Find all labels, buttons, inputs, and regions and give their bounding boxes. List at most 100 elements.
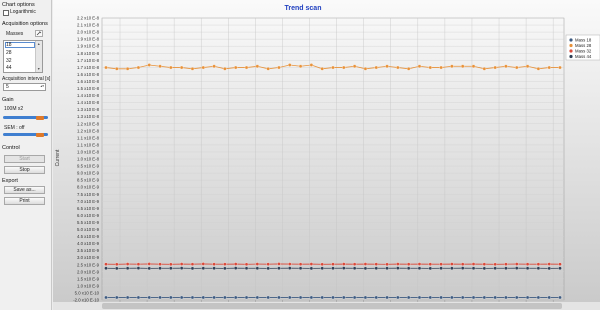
data-point xyxy=(471,295,476,300)
y-tick-label: 1.6 x10 E-8 xyxy=(77,79,100,84)
data-point xyxy=(352,262,357,266)
mass-item-28[interactable]: 28 xyxy=(6,50,12,56)
data-point xyxy=(212,262,216,266)
scrollbar-handle[interactable] xyxy=(102,303,562,309)
legend-marker xyxy=(569,54,573,59)
grid xyxy=(101,17,565,301)
data-point xyxy=(288,295,292,300)
spin-arrows-icon[interactable]: ▴▾ xyxy=(40,83,44,90)
data-point xyxy=(309,63,314,67)
y-tick-label: 7.5 x10 E-9 xyxy=(77,192,100,197)
data-point xyxy=(309,262,314,266)
legend-marker xyxy=(569,49,573,53)
data-point xyxy=(255,262,260,266)
gain-slider[interactable] xyxy=(3,115,48,120)
gain-heading: Gain xyxy=(2,97,14,103)
data-point xyxy=(547,295,551,300)
data-point xyxy=(493,295,497,300)
sem-slider-thumb[interactable] xyxy=(35,132,44,137)
data-point xyxy=(320,262,324,267)
y-tick-label: 1.8 x10 E-8 xyxy=(77,51,100,56)
y-tick-label: 2.2 x10 E-8 xyxy=(77,16,100,21)
y-tick-label: 8.0 x10 E-9 xyxy=(77,185,100,190)
data-point xyxy=(352,266,357,270)
data-point xyxy=(406,67,411,71)
interval-spinbox[interactable]: 5 ▴▾ xyxy=(3,83,46,91)
data-point xyxy=(104,295,108,300)
chart-options-heading: Chart options xyxy=(2,2,35,8)
data-point xyxy=(385,262,389,267)
data-point xyxy=(201,295,206,300)
y-tick-label: 1.4 x10 E-8 xyxy=(77,93,100,98)
data-point xyxy=(558,262,562,266)
masses-listbox[interactable]: 18 28 32 44 ▲ ▼ xyxy=(3,40,43,73)
interval-value: 5 xyxy=(6,84,9,90)
data-point xyxy=(428,262,433,266)
y-tick-label: 6.5 x10 E-9 xyxy=(77,206,100,211)
data-point xyxy=(471,266,476,270)
data-point xyxy=(125,67,130,71)
data-point xyxy=(136,262,141,266)
start-button[interactable]: Start xyxy=(4,155,45,163)
data-point xyxy=(352,295,357,300)
data-point xyxy=(233,266,238,270)
data-point xyxy=(223,67,227,71)
data-point xyxy=(298,295,303,300)
data-point xyxy=(396,266,400,270)
data-point xyxy=(536,67,541,71)
data-point xyxy=(288,63,292,67)
data-point xyxy=(385,64,389,69)
data-point xyxy=(244,65,249,70)
data-point xyxy=(115,266,119,271)
wrench-icon xyxy=(36,31,42,36)
y-tick-label: 1.7 x10 E-8 xyxy=(77,58,100,63)
data-point xyxy=(288,266,292,270)
data-point xyxy=(482,262,487,266)
masses-scrollbar[interactable]: ▲ ▼ xyxy=(35,41,42,72)
data-point xyxy=(288,262,292,266)
data-point xyxy=(255,64,260,69)
data-point xyxy=(147,266,151,271)
data-point xyxy=(104,266,108,270)
data-point xyxy=(136,295,141,300)
scroll-down-icon[interactable]: ▼ xyxy=(37,67,40,71)
mass-item-32[interactable]: 32 xyxy=(6,58,12,64)
save-as-button[interactable]: Save as... xyxy=(4,186,45,194)
data-point xyxy=(482,67,487,71)
y-tick-label: 6.0 x10 E-9 xyxy=(77,213,100,218)
mass-item-18[interactable]: 18 xyxy=(6,42,12,48)
data-point xyxy=(298,64,303,69)
data-point xyxy=(439,65,443,70)
y-tick-label: 8.5 x10 E-9 xyxy=(77,178,100,183)
data-point xyxy=(385,295,389,300)
logarithmic-checkbox[interactable] xyxy=(3,10,9,16)
data-point xyxy=(342,266,346,270)
sem-slider[interactable] xyxy=(3,132,48,137)
data-point xyxy=(158,64,162,69)
data-point xyxy=(493,266,497,270)
mass-item-44[interactable]: 44 xyxy=(6,65,12,71)
stop-button[interactable]: Stop xyxy=(4,166,45,174)
y-tick-label: 1.2 x10 E-8 xyxy=(77,128,100,133)
data-point xyxy=(266,262,270,266)
data-point xyxy=(450,266,454,270)
data-point xyxy=(428,65,433,70)
data-point xyxy=(396,262,400,266)
data-point xyxy=(482,266,487,271)
data-point xyxy=(558,266,562,270)
data-point xyxy=(342,295,346,300)
data-point xyxy=(190,262,195,266)
data-point xyxy=(309,295,314,300)
gain-slider-thumb[interactable] xyxy=(35,115,44,120)
masses-settings-button[interactable] xyxy=(35,30,43,37)
data-point xyxy=(255,295,260,300)
scroll-up-icon[interactable]: ▲ xyxy=(37,42,40,46)
data-point xyxy=(385,266,389,270)
data-point xyxy=(190,266,195,271)
y-tick-label: 1.3 x10 E-8 xyxy=(77,114,100,119)
trend-scan-chart: Trend scan Current 2.2 x10 E-8 2.1 x10 E-… xyxy=(53,0,600,310)
data-point xyxy=(320,266,324,270)
y-tick-label: 7.0 x10 E-9 xyxy=(77,199,100,204)
print-button[interactable]: Print xyxy=(4,197,45,205)
data-point xyxy=(104,65,108,70)
